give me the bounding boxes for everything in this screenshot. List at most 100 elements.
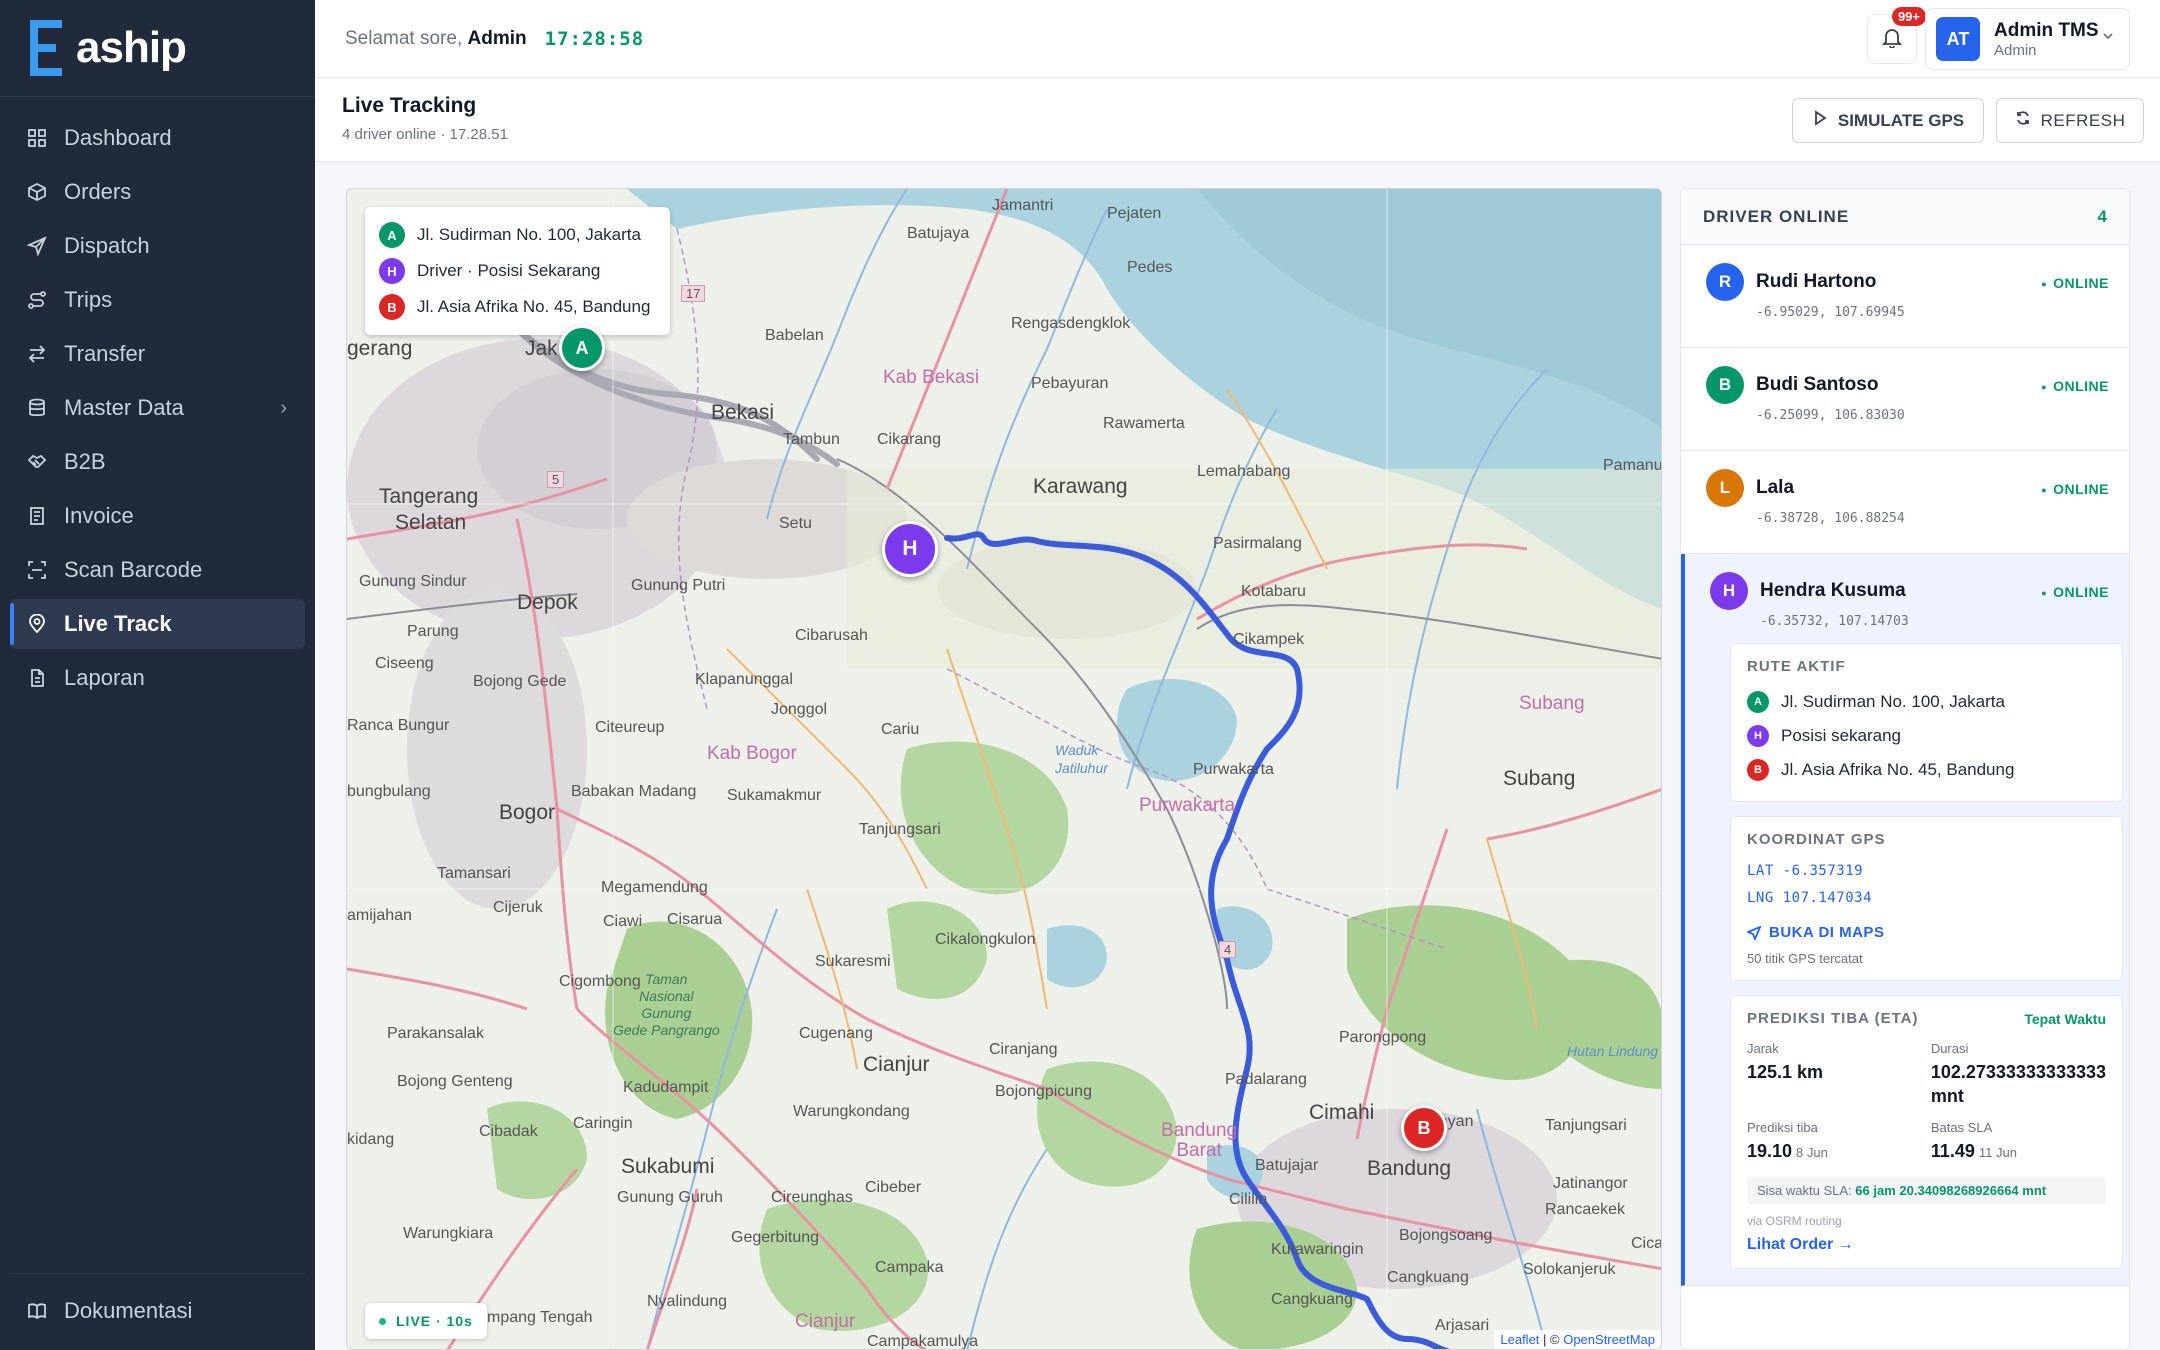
driver-item[interactable]: B Budi Santoso ONLINE -6.25099, 106.83030 (1681, 348, 2129, 451)
map-label: Bekasi (711, 401, 775, 424)
sidebar: aship Dashboard Orders Dispatch Trips Tr… (0, 0, 315, 1350)
attribution-separator: | © (1539, 1332, 1564, 1347)
map-label: Cimahi (1309, 1101, 1375, 1124)
osm-link[interactable]: OpenStreetMap (1563, 1332, 1655, 1347)
map-label: Cibadak (479, 1123, 538, 1140)
sidebar-item-master-data[interactable]: Master Data › (10, 383, 305, 433)
map-label: Taman Nasional Gunung Gede Pangrango (613, 971, 720, 1038)
sla-remaining: Sisa waktu SLA: 66 jam 20.34098268926664… (1747, 1177, 2106, 1204)
sla-date: 11 Jun (1978, 1145, 2017, 1160)
map-label: Warungkondang (793, 1103, 910, 1120)
driver-marker[interactable]: H (882, 521, 938, 577)
map-label: Cianjur (863, 1053, 930, 1076)
map-label: Cikampek (1233, 631, 1305, 648)
origin-marker[interactable]: A (559, 325, 605, 371)
logo[interactable]: aship (0, 0, 315, 97)
sla-remaining-value: 66 jam 20.34098268926664 mnt (1855, 1183, 2047, 1198)
sidebar-item-dashboard[interactable]: Dashboard (10, 113, 305, 163)
refresh-button[interactable]: REFRESH (1996, 98, 2144, 143)
map-label: Pedes (1127, 259, 1173, 276)
map-label: Klapanunggal (695, 671, 793, 688)
sidebar-item-transfer[interactable]: Transfer (10, 329, 305, 379)
sidebar-item-b2b[interactable]: B2B (10, 437, 305, 487)
map-label: Batujaya (907, 225, 970, 242)
destination-marker-icon: B (379, 294, 405, 320)
top-bar: Selamat sore, Admin 17:28:58 99+ AT Admi… (315, 0, 2160, 78)
notification-button[interactable]: 99+ (1867, 7, 1926, 64)
sidebar-item-dokumentasi[interactable]: Dokumentasi (10, 1286, 305, 1336)
destination-marker-icon: B (1747, 759, 1769, 781)
map-label: Ciranjang (989, 1041, 1058, 1058)
refresh-icon (2015, 110, 2041, 131)
map-label: Subang (1503, 767, 1576, 790)
simulate-gps-button[interactable]: SIMULATE GPS (1792, 98, 1984, 143)
map-label: Lemahabang (1197, 463, 1291, 480)
map-label: Cikalongkulon (935, 931, 1036, 948)
sidebar-item-scan-barcode[interactable]: Scan Barcode (10, 545, 305, 595)
map-label: Bojongpicung (995, 1083, 1092, 1100)
driver-item[interactable]: L Lala ONLINE -6.38728, 106.88254 (1681, 451, 2129, 554)
map-label: Nyalindung (647, 1293, 728, 1310)
driver-marker-icon: H (1747, 725, 1769, 747)
greeting-text: Selamat sore, (345, 27, 463, 49)
sidebar-item-invoice[interactable]: Invoice (10, 491, 305, 541)
sidebar-item-label: B2B (64, 449, 106, 474)
view-order-link[interactable]: Lihat Order → (1747, 1236, 2106, 1254)
map-label: Setu (779, 515, 812, 532)
map-legend: A Jl. Sudirman No. 100, Jakarta H Driver ·… (365, 207, 670, 335)
map-label: Cililin (1229, 1191, 1268, 1208)
map-label: Babakan Madang (571, 783, 697, 800)
sidebar-item-laporan[interactable]: Laporan (10, 653, 305, 703)
legend-text: Jl. Asia Afrika No. 45, Bandung (417, 297, 651, 316)
map-label: Tanjungsari (1545, 1117, 1627, 1134)
map-label: Ciseeng (375, 655, 434, 672)
live-map[interactable]: Jamantri Pejaten Batujaya Pedes gerang J… (346, 188, 1662, 1350)
gps-card: KOORDINAT GPS LAT -6.357319 LNG 107.1470… (1730, 816, 2123, 981)
duration-label: Durasi (1930, 1041, 1969, 1056)
map-label: Sukabumi (621, 1155, 715, 1178)
open-maps-link[interactable]: BUKA DI MAPS (1747, 924, 2106, 941)
user-menu[interactable]: AT Admin TMS Admin (1925, 8, 2130, 70)
map-label: Rawamerta (1103, 415, 1185, 432)
driver-coord: -6.95029, 107.69945 (1756, 305, 1905, 320)
gps-lat: LAT -6.357319 (1747, 863, 1864, 879)
legend-item-destination: B Jl. Asia Afrika No. 45, Bandung (379, 289, 656, 325)
sidebar-item-label: Dashboard (64, 125, 172, 150)
eta-card: PREDIKSI TIBA (ETA) Tepat Waktu Jarak 125… (1730, 995, 2123, 1269)
route-stop-destination: B Jl. Asia Afrika No. 45, Bandung (1747, 753, 2106, 787)
map-label: mpang Tengah (487, 1309, 593, 1326)
chevron-right-icon: › (280, 396, 287, 419)
map-label: Purwakarta (1139, 795, 1236, 816)
driver-coord: -6.35732, 107.14703 (1760, 614, 1909, 629)
send-icon (26, 235, 48, 257)
logo-text: aship (76, 23, 187, 72)
map-label: Gunung Putri (631, 577, 726, 594)
leaflet-link[interactable]: Leaflet (1500, 1332, 1539, 1347)
map-label: Ciawi (603, 913, 643, 930)
page-header: Live Tracking 4 driver online · 17.28.51… (315, 78, 2160, 162)
map-label: Parung (407, 623, 459, 640)
page-subtitle: 4 driver online · 17.28.51 (342, 126, 508, 143)
origin-marker-icon: A (379, 222, 405, 248)
map-label: Bandung (1367, 1157, 1452, 1180)
driver-item-selected[interactable]: H Hendra Kusuma ONLINE -6.35732, 107.1470… (1681, 554, 2129, 1286)
sidebar-item-dispatch[interactable]: Dispatch (10, 221, 305, 271)
user-name: Admin TMS (1994, 19, 2099, 41)
sidebar-item-trips[interactable]: Trips (10, 275, 305, 325)
sidebar-item-orders[interactable]: Orders (10, 167, 305, 217)
book-icon (26, 1300, 48, 1322)
map-label: Parongpong (1339, 1029, 1427, 1046)
map-label: bungbulang (347, 783, 431, 800)
map-tiles (347, 189, 1661, 1349)
greeting: Selamat sore, Admin (345, 28, 527, 50)
driver-item[interactable]: R Rudi Hartono ONLINE -6.95029, 107.69945 (1681, 245, 2129, 348)
map-label: Rengasdengklok (1011, 315, 1131, 332)
destination-marker[interactable]: B (1401, 1105, 1447, 1151)
map-label: Jatinangor (1553, 1175, 1628, 1192)
map-label: Kab Bekasi (883, 367, 980, 388)
map-label: Waduk Jatiluhur (1055, 742, 1108, 776)
transfer-icon (26, 343, 48, 365)
sidebar-item-live-track[interactable]: Live Track (10, 599, 305, 649)
sla-time: 11.49 (1930, 1141, 1975, 1161)
map-label: Cikarang (877, 431, 942, 448)
